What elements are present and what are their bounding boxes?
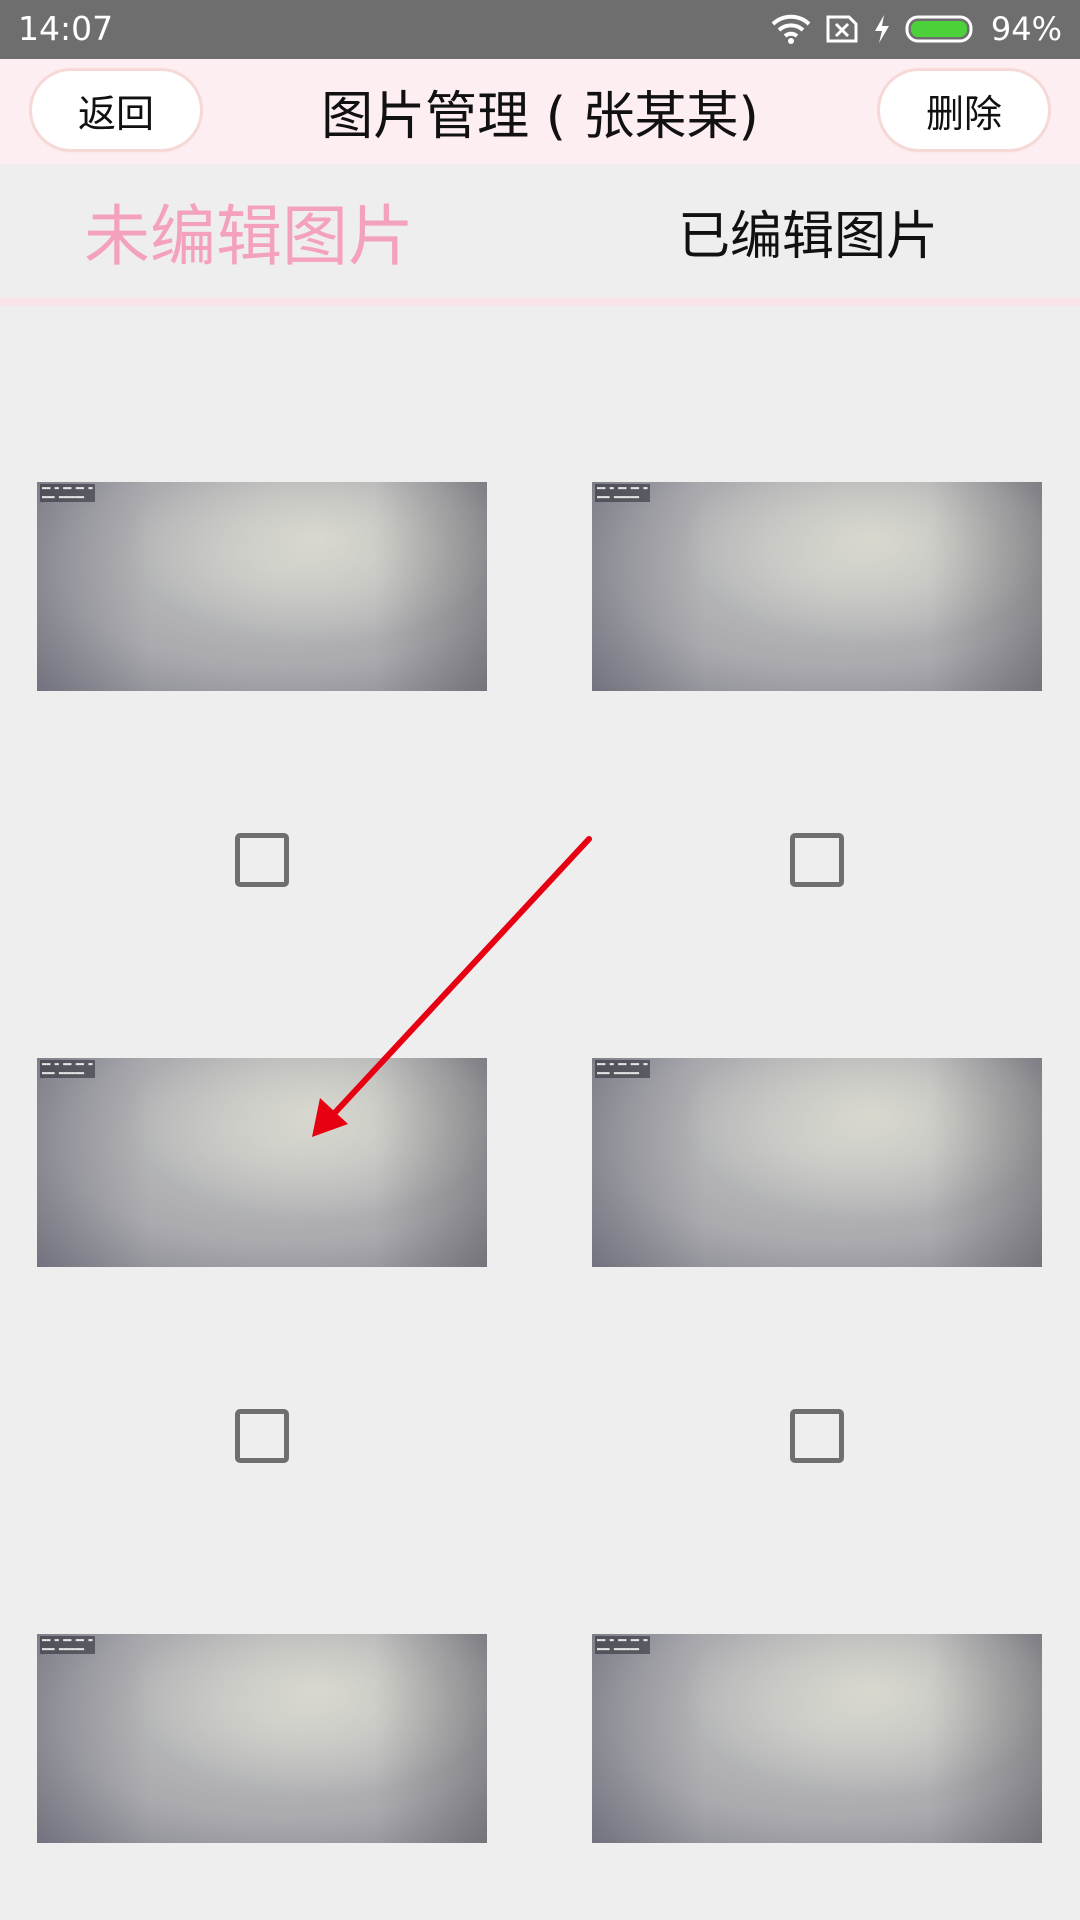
- photo-thumbnail[interactable]: ▬▬ ▬ ▬▬ ▬▬ ▬ ▬▬▬ ▬▬▬▬▬▬: [37, 1058, 487, 1267]
- photo-timestamp: ▬▬ ▬ ▬▬ ▬▬ ▬ ▬▬▬ ▬▬▬▬▬▬: [40, 1060, 95, 1078]
- header-bar: 返回 图片管理 ( 张某某) 删除: [0, 59, 1080, 164]
- photo-select-checkbox[interactable]: [235, 1409, 289, 1463]
- photo-timestamp: ▬▬ ▬ ▬▬ ▬▬ ▬ ▬▬▬ ▬▬▬▬▬▬: [595, 484, 650, 502]
- photo-timestamp: ▬▬ ▬ ▬▬ ▬▬ ▬ ▬▬▬ ▬▬▬▬▬▬: [40, 484, 95, 502]
- photo-thumbnail[interactable]: ▬▬ ▬ ▬▬ ▬▬ ▬ ▬▬▬ ▬▬▬▬▬▬: [592, 1634, 1042, 1843]
- photo-select-checkbox[interactable]: [790, 833, 844, 887]
- photo-timestamp: ▬▬ ▬ ▬▬ ▬▬ ▬ ▬▬▬ ▬▬▬▬▬▬: [595, 1636, 650, 1654]
- battery-icon: [905, 14, 977, 44]
- battery-percent: 94%: [990, 10, 1062, 48]
- photo-thumbnail[interactable]: ▬▬ ▬ ▬▬ ▬▬ ▬ ▬▬▬ ▬▬▬▬▬▬: [592, 482, 1042, 691]
- wifi-icon: [771, 14, 811, 44]
- photo-timestamp: ▬▬ ▬ ▬▬ ▬▬ ▬ ▬▬▬ ▬▬▬▬▬▬: [595, 1060, 650, 1078]
- status-icons: 94%: [771, 8, 1062, 50]
- charging-icon: [873, 14, 891, 44]
- photo-thumbnail[interactable]: ▬▬ ▬ ▬▬ ▬▬ ▬ ▬▬▬ ▬▬▬▬▬▬: [37, 482, 487, 691]
- delete-button[interactable]: 删除: [880, 71, 1048, 149]
- tab-edited-images[interactable]: 已编辑图片: [678, 164, 938, 298]
- tab-bar: 未编辑图片 已编辑图片: [0, 164, 1080, 306]
- photo-thumbnail[interactable]: ▬▬ ▬ ▬▬ ▬▬ ▬ ▬▬▬ ▬▬▬▬▬▬: [592, 1058, 1042, 1267]
- no-sim-icon: [825, 14, 859, 44]
- status-time: 14:07: [18, 9, 114, 48]
- status-bar: 14:07 94%: [0, 0, 1080, 59]
- photo-timestamp: ▬▬ ▬ ▬▬ ▬▬ ▬ ▬▬▬ ▬▬▬▬▬▬: [40, 1636, 95, 1654]
- back-button[interactable]: 返回: [32, 71, 200, 149]
- photo-select-checkbox[interactable]: [235, 833, 289, 887]
- photo-thumbnail[interactable]: ▬▬ ▬ ▬▬ ▬▬ ▬ ▬▬▬ ▬▬▬▬▬▬: [37, 1634, 487, 1843]
- photo-select-checkbox[interactable]: [790, 1409, 844, 1463]
- tab-unedited-images[interactable]: 未编辑图片: [84, 164, 414, 298]
